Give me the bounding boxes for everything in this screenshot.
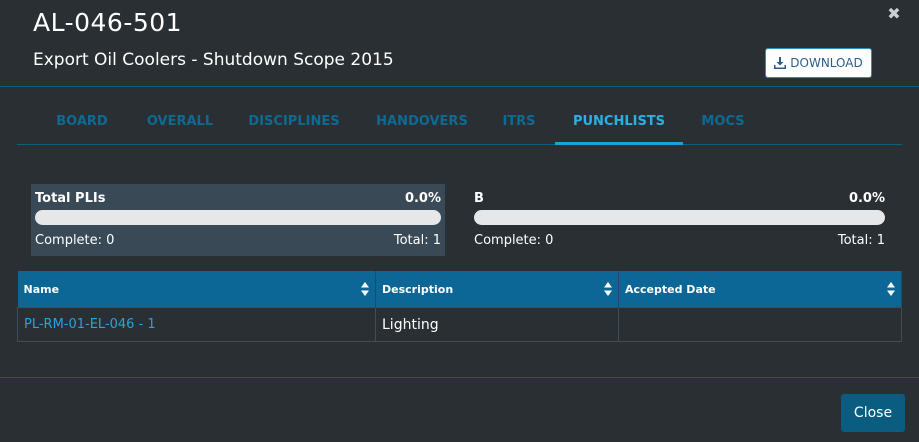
column-header-accepted-date[interactable]: Accepted Date <box>618 271 902 308</box>
stat-total: Total: 1 <box>393 233 441 248</box>
punchlist-table: Name Description Accepted Date PL-RM-01-… <box>17 271 902 342</box>
download-button[interactable]: DOWNLOAD <box>765 48 872 78</box>
table-header-row: Name Description Accepted Date <box>17 271 902 308</box>
modal-header: AL-046-501 Export Oil Coolers - Shutdown… <box>0 0 919 87</box>
stat-complete: Complete: 0 <box>35 233 115 248</box>
stat-name: B <box>474 191 484 206</box>
table-row[interactable]: PL-RM-01-EL-046 - 1 Lighting <box>17 307 902 342</box>
close-icon[interactable]: ✖ <box>884 4 904 24</box>
tab-punchlists[interactable]: PUNCHLISTS <box>555 104 683 145</box>
stat-b: B 0.0% Complete: 0 Total: 1 <box>470 184 889 256</box>
progress-bar <box>474 210 885 225</box>
stat-percent: 0.0% <box>848 191 885 206</box>
column-header-label: Description <box>382 282 454 296</box>
download-icon <box>774 57 787 69</box>
sort-icon[interactable] <box>604 282 612 296</box>
tab-bar: BOARD OVERALL DISCIPLINES HANDOVERS ITRS… <box>17 104 902 145</box>
sort-icon[interactable] <box>361 282 369 296</box>
column-header-label: Accepted Date <box>625 282 716 296</box>
tab-disciplines[interactable]: DISCIPLINES <box>239 104 349 142</box>
cell-description: Lighting <box>375 307 619 342</box>
column-header-label: Name <box>23 282 60 296</box>
tab-overall[interactable]: OVERALL <box>135 104 225 142</box>
close-button[interactable]: Close <box>841 394 905 432</box>
cell-name[interactable]: PL-RM-01-EL-046 - 1 <box>17 307 376 342</box>
progress-bar <box>35 210 441 225</box>
tab-itrs[interactable]: ITRS <box>491 104 547 142</box>
cell-accepted-date <box>618 307 902 342</box>
stat-complete: Complete: 0 <box>474 233 554 248</box>
column-header-description[interactable]: Description <box>375 271 619 308</box>
column-header-name[interactable]: Name <box>17 271 376 308</box>
stat-total: Total: 1 <box>837 233 885 248</box>
tab-mocs[interactable]: MOCS <box>693 104 753 142</box>
tab-handovers[interactable]: HANDOVERS <box>367 104 477 142</box>
stat-total-plis: Total PLIs 0.0% Complete: 0 Total: 1 <box>31 184 445 256</box>
page-subtitle: Export Oil Coolers - Shutdown Scope 2015 <box>33 50 394 70</box>
tab-board[interactable]: BOARD <box>47 104 117 142</box>
download-label: DOWNLOAD <box>790 56 863 70</box>
footer-divider <box>0 377 919 378</box>
stat-percent: 0.0% <box>404 191 441 206</box>
stat-name: Total PLIs <box>35 191 106 206</box>
sort-icon[interactable] <box>887 282 895 296</box>
page-title: AL-046-501 <box>33 8 183 37</box>
